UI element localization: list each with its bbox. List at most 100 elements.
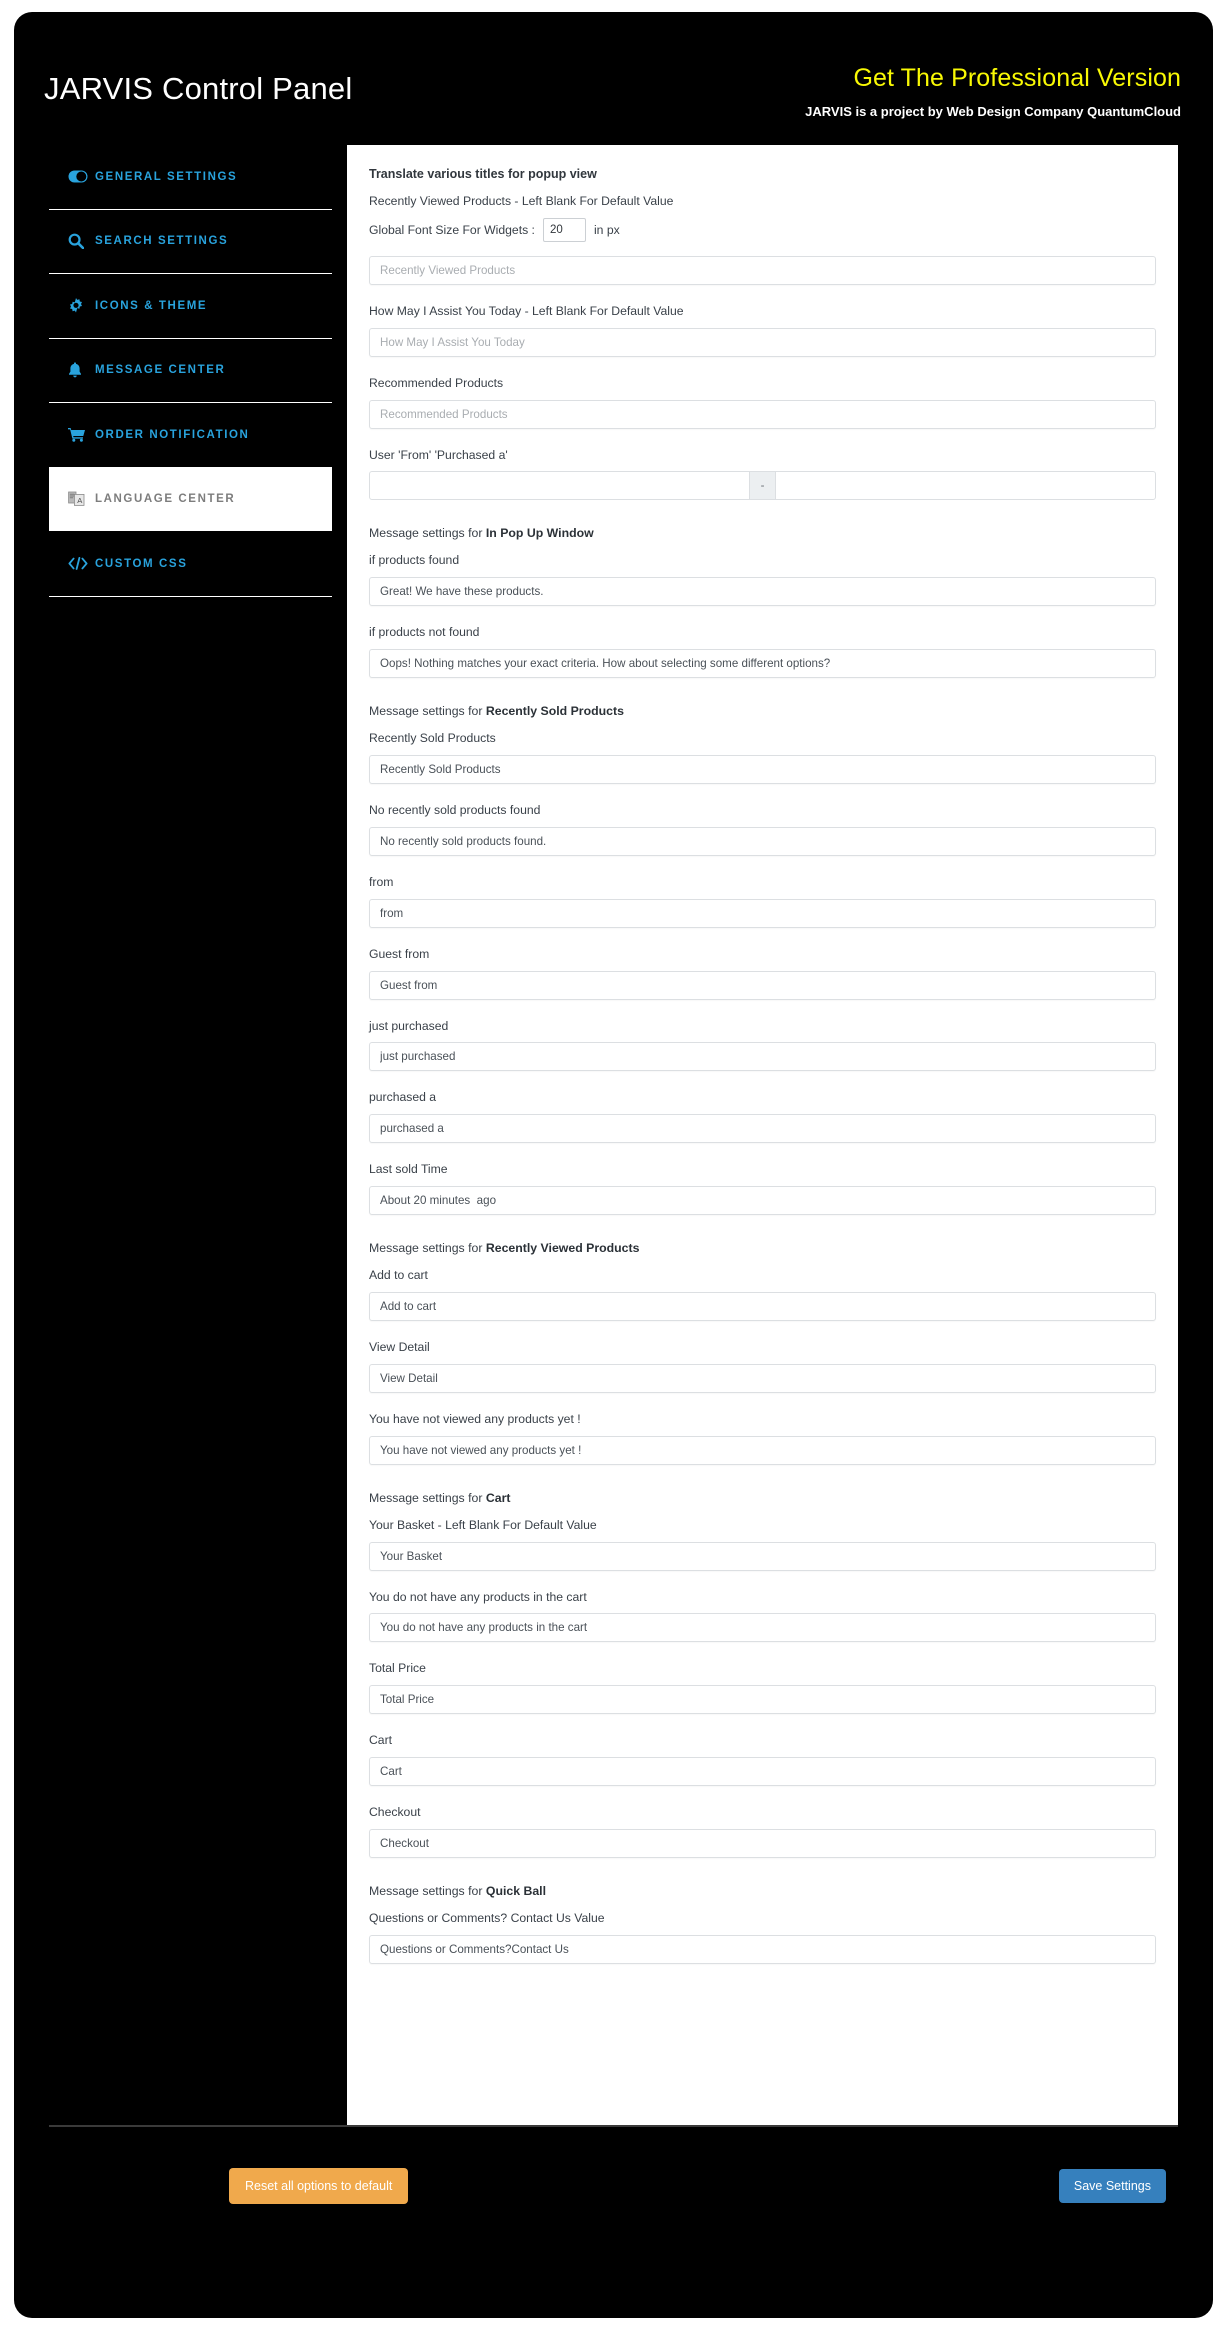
global-font-size-label: Global Font Size For Widgets : [369,222,535,237]
sold-row-label: No recently sold products found [369,803,541,818]
sold-heading-prefix: Message settings for [369,704,486,719]
sold-row-label: purchased a [369,1090,437,1105]
cart-row-input[interactable] [369,1829,1156,1859]
popup-not-found-input[interactable] [369,649,1156,679]
save-settings-button[interactable]: Save Settings [1058,2169,1166,2203]
assist-label: How May I Assist You Today - Left Blank … [369,303,684,318]
sidebar-item-custom-css[interactable]: CUSTOM CSS [49,532,332,597]
sidebar-item-label: ICONS & THEME [95,299,208,312]
user-from-separator: - [750,471,775,501]
sidebar-item-label: SEARCH SETTINGS [95,235,229,248]
settings-panel: Translate various titles for popup view … [347,145,1178,2125]
user-from-left-input[interactable] [369,471,750,501]
sold-settings-heading: Message settings for Recently Sold Produ… [369,704,1156,718]
cart-row-input[interactable] [369,1757,1156,1787]
sold-row-label: Last sold Time [369,1162,448,1177]
app-footer: Reset all options to default Save Settin… [49,2125,1178,2245]
recently-viewed-products-input[interactable] [369,255,1156,285]
sidebar-item-label: MESSAGE CENTER [95,364,226,377]
sold-row-input[interactable] [369,826,1156,856]
sold-row-input[interactable] [369,970,1156,1000]
sidebar-item-search-settings[interactable]: SEARCH SETTINGS [49,209,332,274]
cart-row-label: Checkout [369,1805,421,1820]
bell-icon [68,361,90,379]
section-title: Translate various titles for popup view [369,167,597,181]
sold-row-label: Guest from [369,946,430,961]
toggle-icon [68,168,90,186]
app-header: JARVIS Control Panel Get The Professiona… [14,12,1213,145]
sold-row-label: just purchased [369,1018,449,1033]
get-professional-version-link[interactable]: Get The Professional Version [805,64,1181,93]
sidebar-item-label: LANGUAGE CENTER [95,493,236,506]
global-font-size-unit: in px [593,222,620,237]
viewed-row-input[interactable] [369,1363,1156,1393]
credit-line: JARVIS is a project by Web Design Compan… [805,104,1181,119]
viewed-row-label: View Detail [369,1340,430,1355]
sidebar-item-label: ORDER NOTIFICATION [95,428,250,441]
sidebar-item-label: GENERAL SETTINGS [95,170,238,183]
sold-row-input[interactable] [369,898,1156,928]
reset-options-button[interactable]: Reset all options to default [229,2168,409,2204]
recently-viewed-label: Recently Viewed Products - Left Blank Fo… [369,194,674,208]
quickball-settings-heading: Message settings for Quick Ball [369,1884,1156,1898]
cart-row-label: Cart [369,1733,393,1748]
sidebar-item-general-settings[interactable]: GENERAL SETTINGS [49,145,332,210]
code-icon [68,555,90,573]
sidebar-nav: GENERAL SETTINGS SEARCH SETTINGS ICONS &… [49,145,332,597]
popup-settings-heading: Message settings for In Pop Up Window [369,526,1156,540]
sold-row-label: from [369,874,394,889]
viewed-settings-heading: Message settings for Recently Viewed Pro… [369,1241,1156,1255]
recommended-products-input[interactable] [369,399,1156,429]
popup-found-label: if products found [369,553,460,568]
sold-heading-bold: Recently Sold Products [485,704,624,719]
popup-found-input[interactable] [369,577,1156,607]
viewed-heading-prefix: Message settings for [369,1241,486,1256]
viewed-heading-bold: Recently Viewed Products [485,1241,640,1256]
quickball-row-label: Questions or Comments? Contact Us Value [369,1911,605,1926]
search-icon [68,232,90,250]
viewed-row-label: Add to cart [369,1268,428,1283]
quickball-heading-prefix: Message settings for [369,1884,486,1899]
sold-row-input[interactable] [369,1042,1156,1072]
popup-heading-bold: In Pop Up Window [485,526,594,541]
recommended-products-label: Recommended Products [369,375,504,390]
cart-row-input[interactable] [369,1613,1156,1643]
gear-icon [68,297,90,315]
user-from-purchased-label: User 'From' 'Purchased a' [369,447,508,462]
sidebar-item-icons-theme[interactable]: ICONS & THEME [49,274,332,339]
cart-settings-heading: Message settings for Cart [369,1491,1156,1505]
sold-row-input[interactable] [369,755,1156,785]
sidebar-item-language-center[interactable]: A LANGUAGE CENTER [49,467,332,532]
sidebar-item-label: CUSTOM CSS [95,557,188,570]
cart-row-label: Your Basket - Left Blank For Default Val… [369,1517,597,1532]
popup-not-found-label: if products not found [369,625,480,640]
cart-heading-bold: Cart [485,1490,511,1505]
app-screenshot: JARVIS Control Panel Get The Professiona… [0,0,1227,2331]
sold-row-input[interactable] [369,1114,1156,1144]
user-from-right-input[interactable] [775,471,1156,501]
language-icon: A [68,490,90,508]
quickball-heading-bold: Quick Ball [485,1884,547,1899]
sidebar-item-message-center[interactable]: MESSAGE CENTER [49,338,332,403]
how-may-i-assist-input[interactable] [369,327,1156,357]
viewed-row-input[interactable] [369,1435,1156,1465]
cart-row-input[interactable] [369,1541,1156,1571]
sidebar-item-order-notification[interactable]: ORDER NOTIFICATION [49,403,332,468]
viewed-row-label: You have not viewed any products yet ! [369,1411,581,1426]
global-font-size-input[interactable] [542,217,586,242]
cart-row-input[interactable] [369,1685,1156,1715]
viewed-row-input[interactable] [369,1292,1156,1322]
cart-row-label: You do not have any products in the cart [369,1589,587,1604]
sold-row-input[interactable] [369,1186,1156,1216]
page-title: JARVIS Control Panel [44,71,353,106]
global-font-size-row: Global Font Size For Widgets : in px [369,217,1156,242]
header-right-block: Get The Professional Version JARVIS is a… [805,64,1181,119]
app-window: JARVIS Control Panel Get The Professiona… [14,12,1213,2318]
cart-icon [68,426,90,444]
quickball-row-input[interactable] [369,1934,1156,1964]
popup-heading-prefix: Message settings for [369,526,486,541]
cart-row-label: Total Price [369,1661,426,1676]
app-body: GENERAL SETTINGS SEARCH SETTINGS ICONS &… [14,145,1213,2125]
cart-heading-prefix: Message settings for [369,1490,486,1505]
sold-row-label: Recently Sold Products [369,731,496,746]
